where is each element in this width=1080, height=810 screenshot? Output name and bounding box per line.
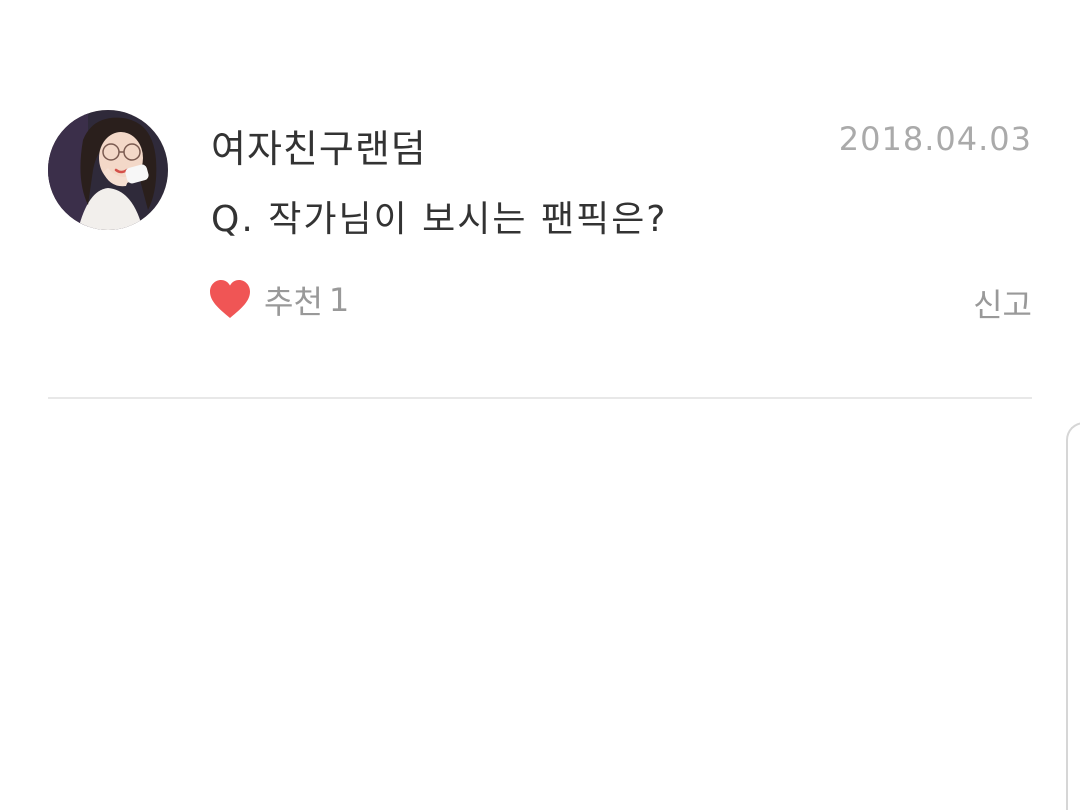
heart-icon[interactable]: [208, 278, 252, 322]
side-panel-edge: [1066, 422, 1080, 810]
page: 여자친구랜덤 2018.04.03 Q. 작가님이 보시는 팬픽은? 추천 1 …: [0, 0, 1080, 810]
like-label: 추천: [264, 283, 323, 321]
comment-text: Q. 작가님이 보시는 팬픽은?: [211, 199, 668, 240]
avatar-photo-icon: [48, 110, 168, 230]
avatar[interactable]: [48, 110, 168, 230]
divider: [48, 397, 1032, 399]
comment-date: 2018.04.03: [838, 120, 1032, 158]
like-count: 1: [328, 281, 350, 319]
author-name[interactable]: 여자친구랜덤: [211, 118, 427, 173]
report-button[interactable]: 신고: [973, 280, 1032, 326]
like-button[interactable]: 추천 1: [208, 278, 349, 322]
